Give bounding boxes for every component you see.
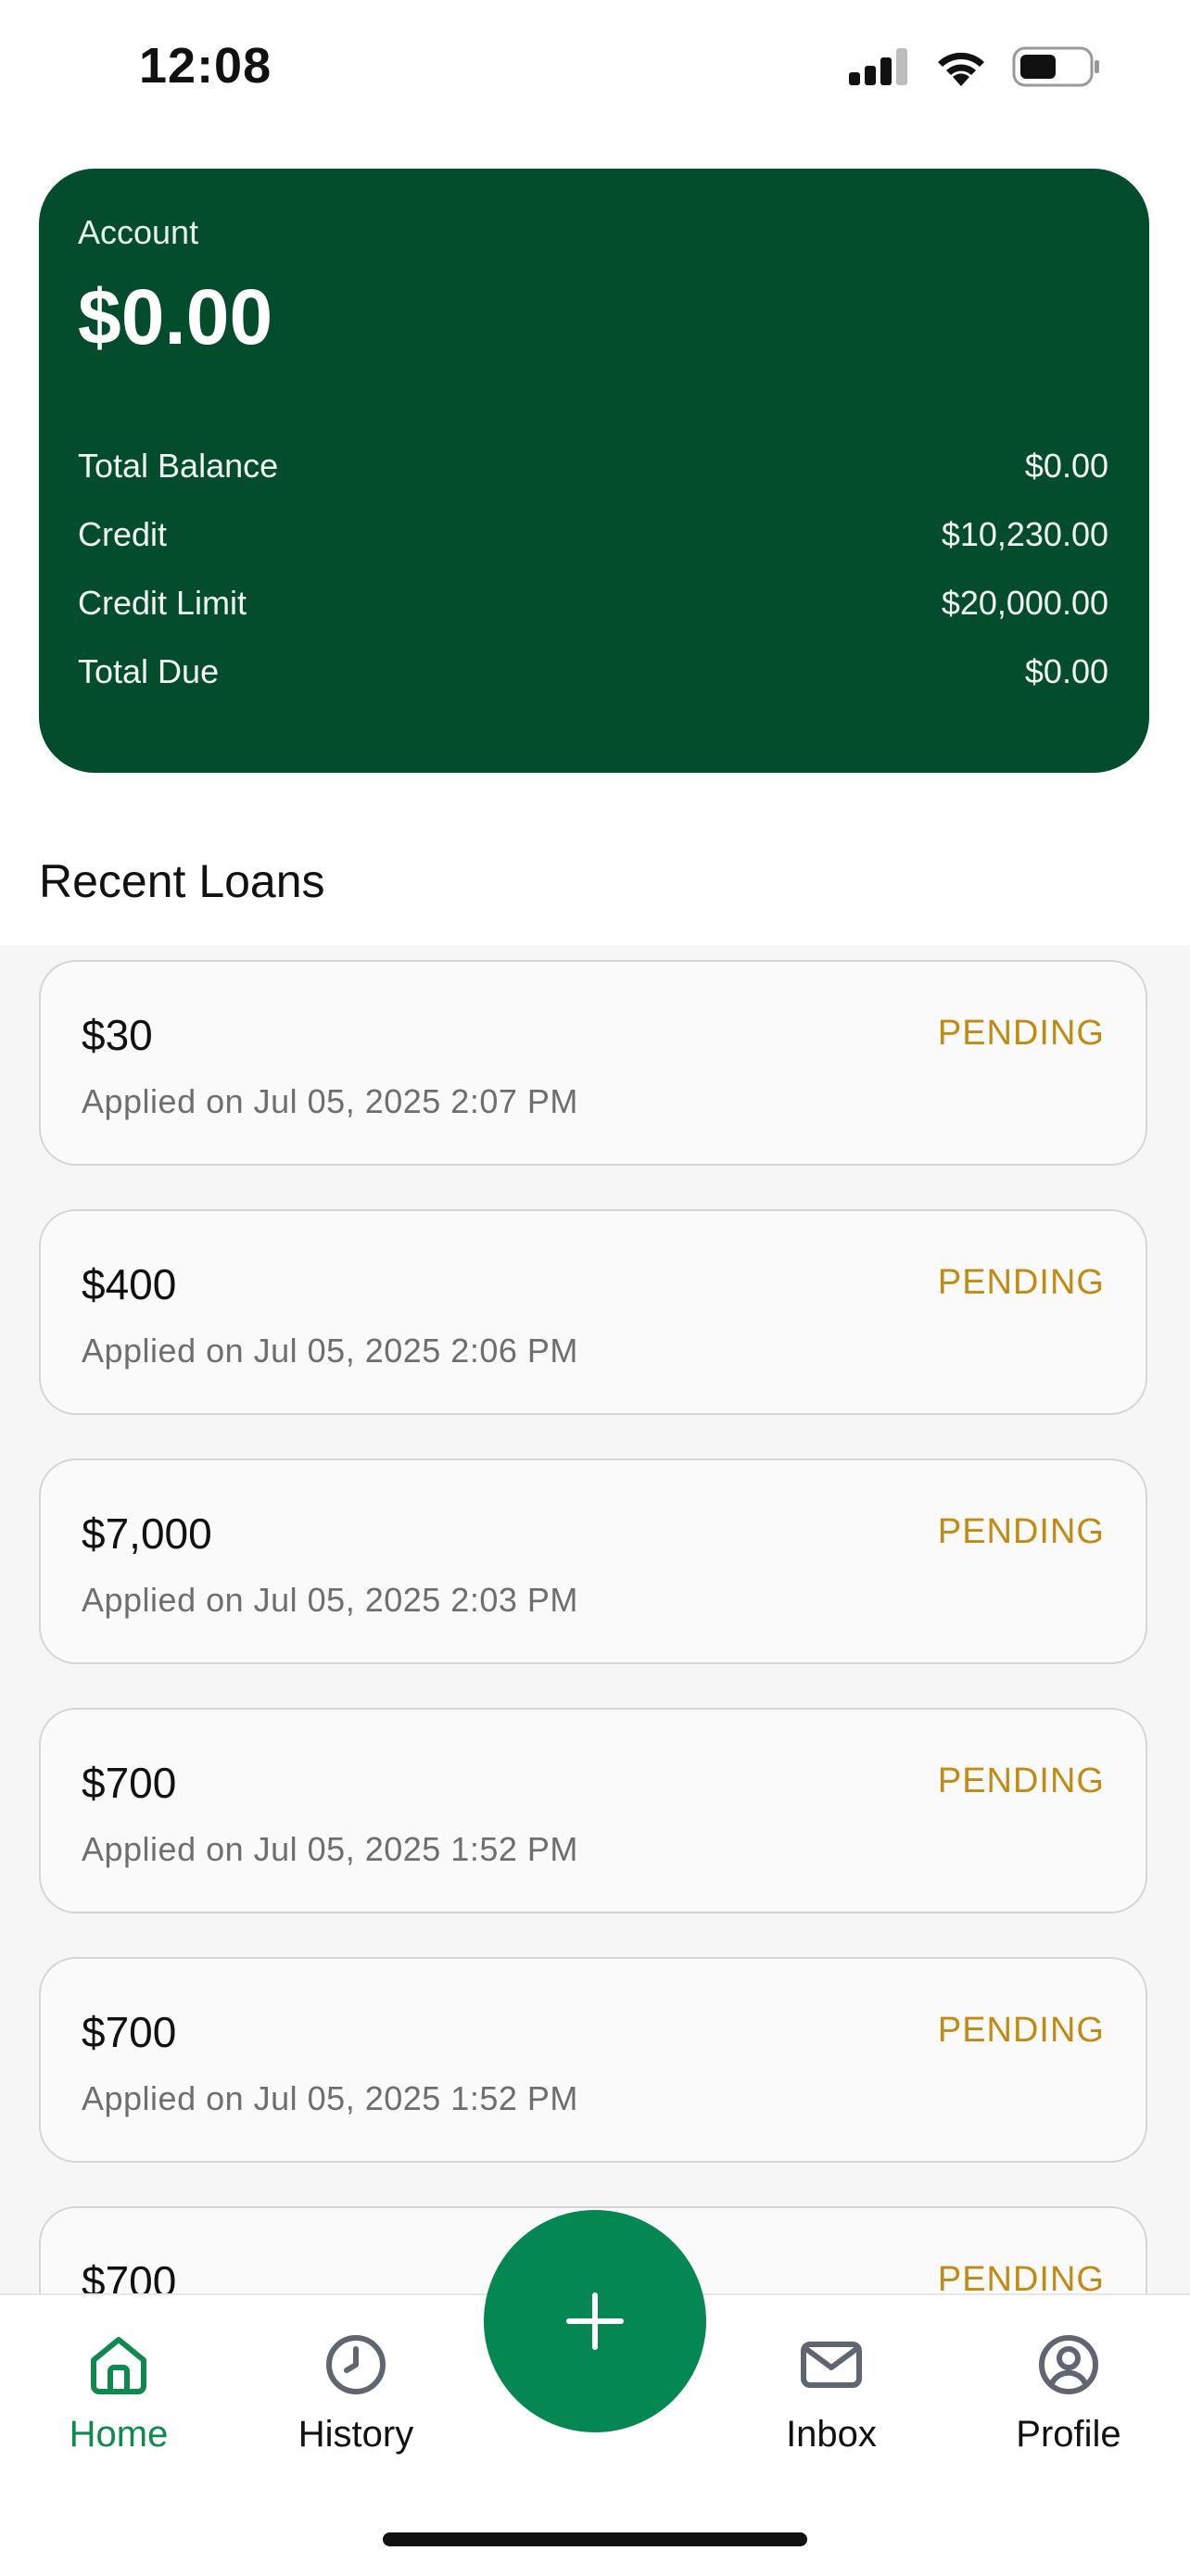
clock-icon xyxy=(326,2335,386,2394)
nav-profile[interactable]: Profile xyxy=(976,2332,1161,2456)
loan-date: Applied on Jul 05, 2025 1:52 PM xyxy=(82,1830,578,1868)
row-value: $10,230.00 xyxy=(941,515,1108,553)
nav-inbox-label: Inbox xyxy=(786,2414,877,2455)
loan-card[interactable]: $30 Applied on Jul 05, 2025 2:07 PM PEND… xyxy=(39,960,1147,1166)
status-bar: 12:08 xyxy=(0,0,1190,139)
plus-icon xyxy=(566,2292,624,2350)
wifi-icon xyxy=(938,52,984,86)
loan-date: Applied on Jul 05, 2025 2:03 PM xyxy=(82,1581,578,1619)
row-value: $0.00 xyxy=(1024,652,1108,690)
row-label: Credit xyxy=(78,515,168,553)
nav-inbox[interactable]: Inbox xyxy=(739,2332,924,2456)
loan-amount: $400 xyxy=(82,1260,177,1308)
battery-icon xyxy=(1012,46,1099,87)
loan-status: PENDING xyxy=(937,1512,1105,1551)
user-circle-icon xyxy=(1039,2335,1098,2394)
loan-amount: $30 xyxy=(82,1011,153,1059)
home-indicator xyxy=(383,2532,807,2546)
loan-status: PENDING xyxy=(937,1263,1105,1302)
loan-date: Applied on Jul 05, 2025 1:52 PM xyxy=(82,2079,578,2117)
nav-profile-label: Profile xyxy=(1016,2414,1121,2455)
nav-history-label: History xyxy=(298,2414,414,2455)
account-row-credit-limit: Credit Limit $20,000.00 xyxy=(78,584,1108,623)
loan-card[interactable]: $700 Applied on Jul 05, 2025 1:52 PM PEN… xyxy=(39,1708,1147,1913)
account-row-total-due: Total Due $0.00 xyxy=(78,652,1108,691)
account-amount: $0.00 xyxy=(78,273,273,360)
cellular-signal-icon xyxy=(849,48,907,85)
status-time: 12:08 xyxy=(139,38,272,94)
nav-home-label: Home xyxy=(69,2414,169,2455)
nav-history[interactable]: History xyxy=(263,2332,449,2456)
row-label: Credit Limit xyxy=(78,584,247,622)
loan-amount: $700 xyxy=(82,2008,177,2056)
loan-status: PENDING xyxy=(937,2011,1105,2050)
account-label: Account xyxy=(78,213,199,251)
loan-status: PENDING xyxy=(937,1762,1105,1800)
row-label: Total Balance xyxy=(78,447,279,485)
loan-date: Applied on Jul 05, 2025 2:06 PM xyxy=(82,1332,578,1370)
loan-amount: $700 xyxy=(82,2257,177,2293)
loan-status: PENDING xyxy=(937,1014,1105,1053)
row-value: $0.00 xyxy=(1024,447,1108,485)
account-card: Account $0.00 Total Balance $0.00 Credit… xyxy=(39,169,1149,773)
row-label: Total Due xyxy=(78,652,220,690)
recent-loans-title: Recent Loans xyxy=(39,855,325,907)
loan-card[interactable]: $7,000 Applied on Jul 05, 2025 2:03 PM P… xyxy=(39,1458,1147,1664)
row-value: $20,000.00 xyxy=(941,584,1108,622)
loan-amount: $7,000 xyxy=(82,1509,212,1558)
loan-date: Applied on Jul 05, 2025 2:07 PM xyxy=(82,1082,578,1120)
new-loan-button[interactable] xyxy=(484,2210,706,2432)
account-row-total-balance: Total Balance $0.00 xyxy=(78,447,1108,486)
loan-amount: $700 xyxy=(82,1759,177,1807)
loan-list[interactable]: $30 Applied on Jul 05, 2025 2:07 PM PEND… xyxy=(0,945,1190,2293)
account-row-credit: Credit $10,230.00 xyxy=(78,515,1108,554)
home-icon xyxy=(91,2337,146,2394)
loan-card[interactable]: $700 Applied on Jul 05, 2025 1:52 PM PEN… xyxy=(39,1957,1147,2163)
loan-card[interactable]: $400 Applied on Jul 05, 2025 2:06 PM PEN… xyxy=(39,1209,1147,1415)
mail-icon xyxy=(801,2342,862,2388)
nav-home[interactable]: Home xyxy=(26,2332,211,2456)
loan-status: PENDING xyxy=(937,2260,1105,2293)
status-icons xyxy=(849,46,1101,87)
